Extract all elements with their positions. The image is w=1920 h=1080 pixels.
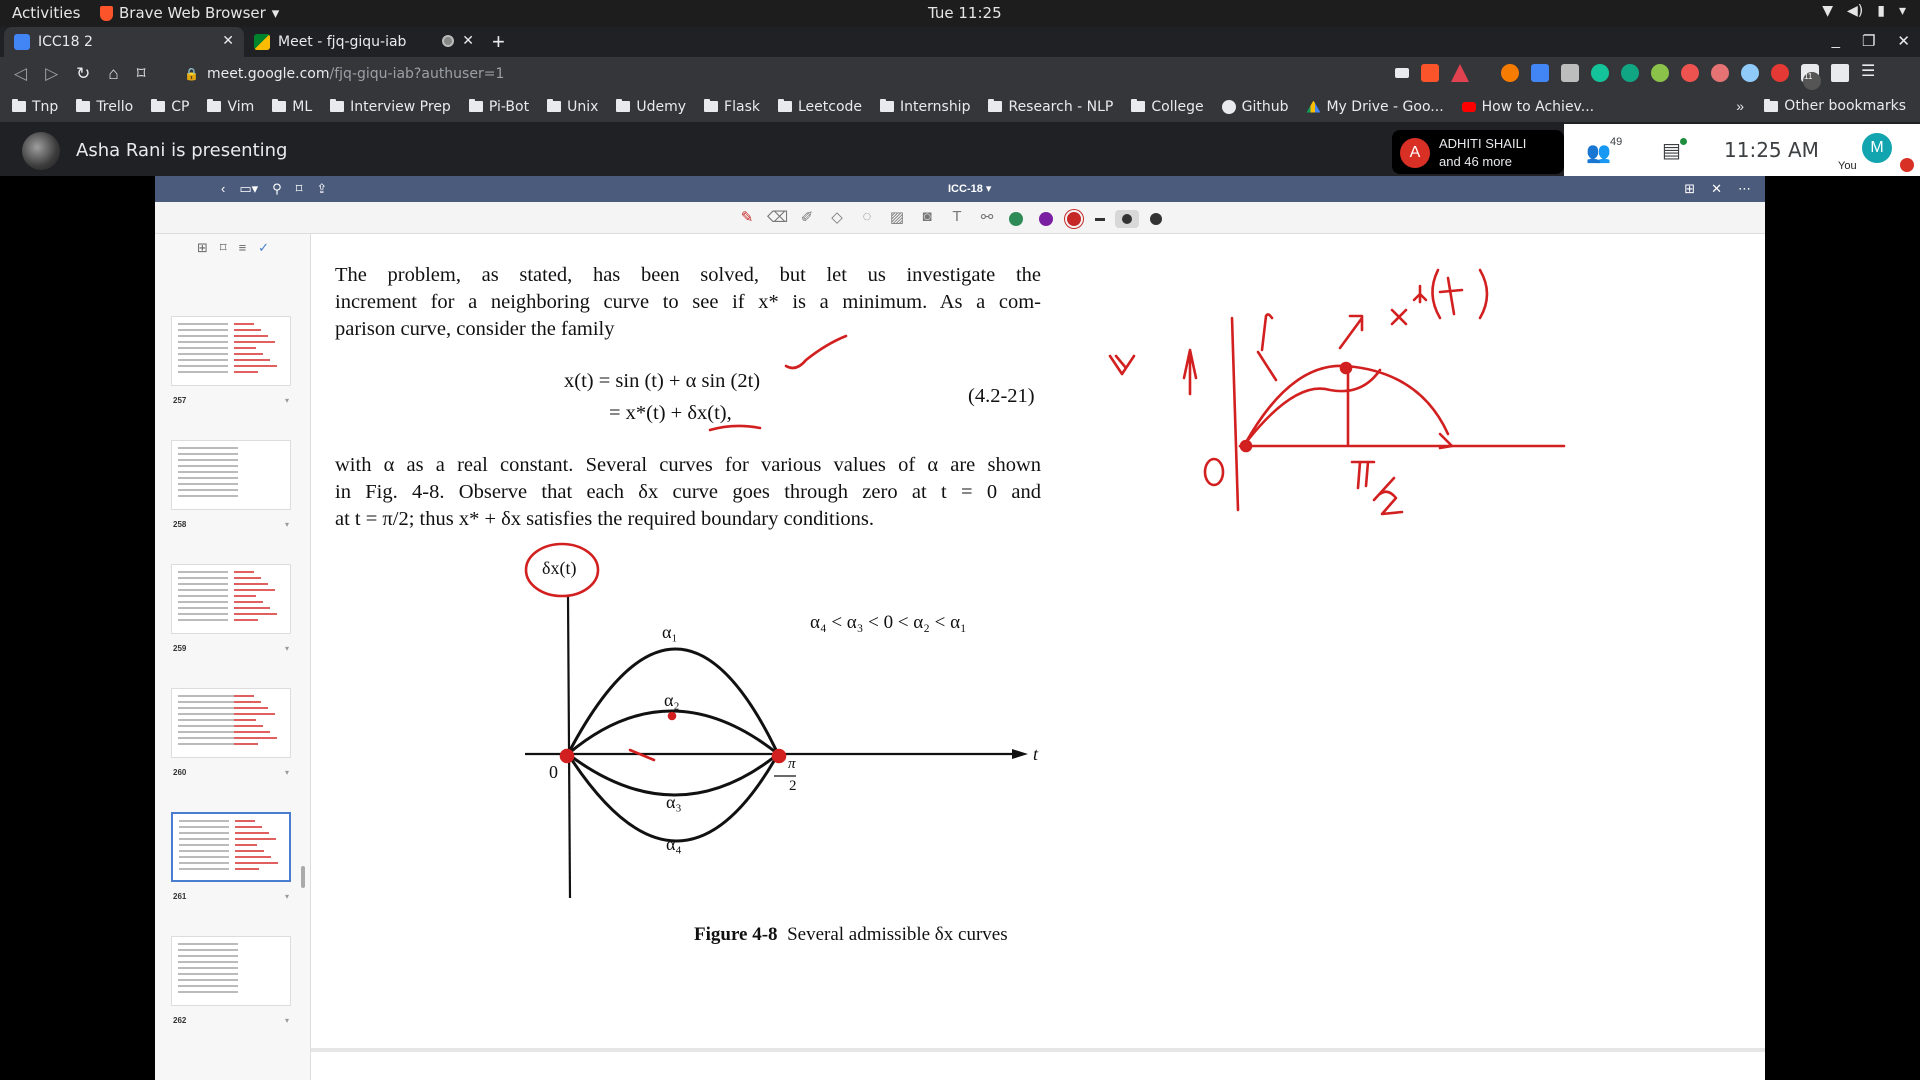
alpha-ordering-label: α₄ < α₃ < 0 < α₂ < α₁ <box>810 612 967 633</box>
curve-alpha2 <box>567 709 779 756</box>
figure-number: Figure 4-8 <box>694 924 778 945</box>
alpha4-label: α₄ <box>666 834 682 854</box>
alpha2-label: α₂ <box>664 690 680 710</box>
figure-caption: Figure 4-8 Several admissible δx curves <box>694 924 1008 946</box>
alpha3-label: α₃ <box>666 792 682 812</box>
figure-4-8 <box>525 595 1028 899</box>
pi-numerator: π <box>788 756 796 772</box>
figure-y-label: δx(t) <box>542 558 577 578</box>
curve-alpha3 <box>567 752 779 797</box>
pi-denominator: 2 <box>789 778 797 794</box>
t-axis-label: t <box>1033 744 1039 764</box>
y-axis <box>566 595 572 899</box>
figure-caption-text: Several admissible δx curves <box>787 924 1008 945</box>
origin-label: 0 <box>549 762 558 782</box>
t-axis-arrowhead <box>1012 749 1028 759</box>
alpha1-label: α₁ <box>662 622 678 642</box>
